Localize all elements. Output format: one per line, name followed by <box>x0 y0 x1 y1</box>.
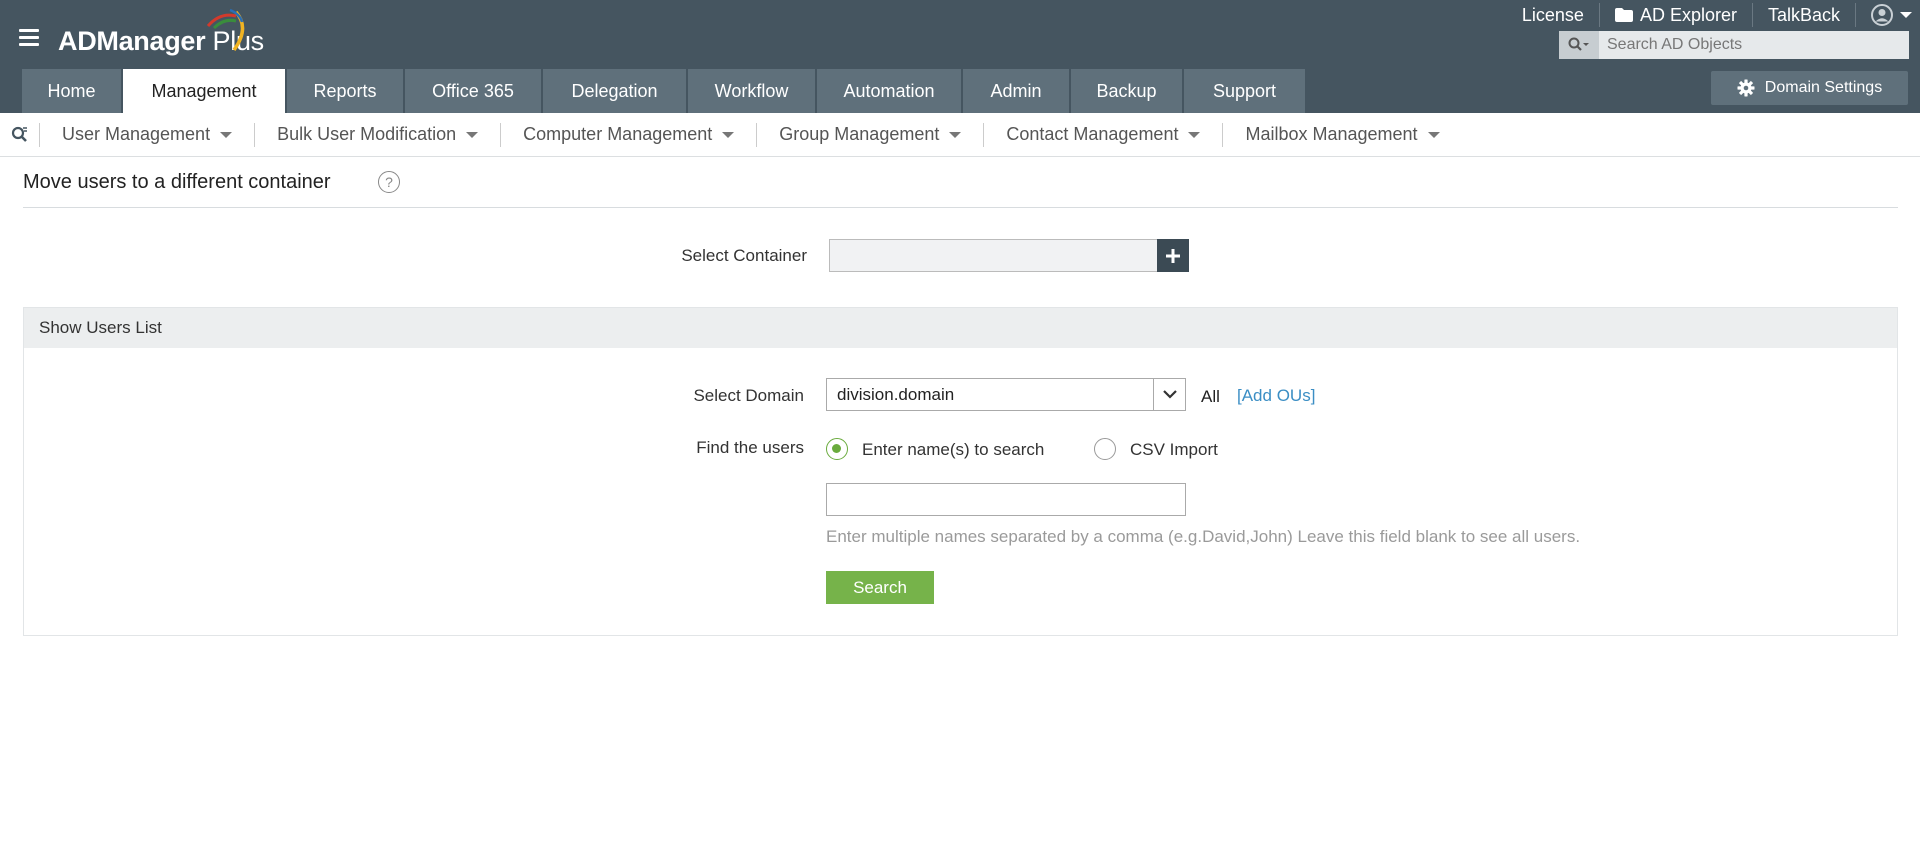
user-avatar-icon <box>1871 4 1893 26</box>
tab-workflow[interactable]: Workflow <box>688 69 815 113</box>
subnav-user-management[interactable]: User Management <box>40 122 256 147</box>
domain-settings-button[interactable]: Domain Settings <box>1711 71 1908 105</box>
license-link[interactable]: License <box>1507 3 1600 27</box>
chevron-down-icon[interactable] <box>1153 379 1185 410</box>
search-ad-objects-input[interactable] <box>1599 36 1899 54</box>
subnav-contact-management[interactable]: Contact Management <box>984 122 1224 147</box>
top-links: License AD Explorer TalkBack <box>1507 0 1920 30</box>
panel-header[interactable]: Show Users List <box>24 308 1897 348</box>
talkback-link[interactable]: TalkBack <box>1753 3 1856 27</box>
search-options-icon[interactable] <box>1559 31 1599 59</box>
tab-reports[interactable]: Reports <box>287 69 403 113</box>
subnav-bulk-user-modification[interactable]: Bulk User Modification <box>255 122 502 147</box>
chevron-down-icon <box>1427 131 1440 138</box>
tab-office-365[interactable]: Office 365 <box>405 69 541 113</box>
radio-csv-import[interactable] <box>1094 438 1116 460</box>
chevron-down-icon <box>722 131 735 138</box>
radio-enter-names-label[interactable]: Enter name(s) to search <box>862 440 1044 460</box>
radio-csv-import-label[interactable]: CSV Import <box>1130 440 1218 460</box>
select-domain-label: Select Domain <box>693 386 804 405</box>
title-divider <box>23 207 1898 208</box>
radio-enter-names[interactable] <box>826 438 848 460</box>
chevron-down-icon <box>466 131 479 138</box>
subnav-group-management[interactable]: Group Management <box>757 122 985 147</box>
names-search-input[interactable] <box>826 483 1186 516</box>
show-users-panel: Show Users List <box>23 307 1898 636</box>
chevron-down-icon <box>1900 12 1912 18</box>
main-tabs: Home Management Reports Office 365 Deleg… <box>22 69 1307 113</box>
tab-admin[interactable]: Admin <box>963 69 1069 113</box>
sub-navigation: User Management Bulk User Modification C… <box>0 113 1920 157</box>
tab-home[interactable]: Home <box>22 69 121 113</box>
add-container-button[interactable] <box>1157 239 1189 272</box>
tab-support[interactable]: Support <box>1184 69 1305 113</box>
user-menu[interactable] <box>1856 3 1920 27</box>
hamburger-menu-icon[interactable] <box>19 29 39 47</box>
tab-automation[interactable]: Automation <box>817 69 961 113</box>
subnav-mailbox-management[interactable]: Mailbox Management <box>1223 123 1461 147</box>
tab-backup[interactable]: Backup <box>1071 69 1182 113</box>
plus-icon <box>1166 248 1180 263</box>
find-users-label: Find the users <box>696 438 804 457</box>
chevron-down-icon <box>1188 131 1201 138</box>
names-hint-text: Enter multiple names separated by a comm… <box>826 527 1581 546</box>
top-header: ADManager Plus License AD Explorer TalkB… <box>0 0 1920 113</box>
help-icon[interactable]: ? <box>378 171 400 193</box>
add-ous-link[interactable]: [Add OUs] <box>1237 386 1315 406</box>
search-button[interactable]: Search <box>826 571 934 604</box>
chevron-down-icon <box>949 131 962 138</box>
domain-select[interactable]: division.domain <box>826 378 1186 411</box>
ad-explorer-link[interactable]: AD Explorer <box>1600 3 1753 27</box>
folder-icon <box>1614 8 1633 22</box>
tab-delegation[interactable]: Delegation <box>543 69 686 113</box>
gear-icon <box>1737 79 1755 97</box>
ad-object-search <box>1559 31 1909 59</box>
all-label: All <box>1201 387 1220 406</box>
domain-select-value: division.domain <box>837 384 955 404</box>
subnav-computer-management[interactable]: Computer Management <box>501 122 758 147</box>
select-container-label: Select Container <box>681 246 807 265</box>
chevron-down-icon <box>220 131 233 138</box>
quick-search-icon[interactable] <box>0 122 40 147</box>
logo-swoosh-icon <box>206 8 245 52</box>
select-container-field[interactable] <box>829 239 1158 272</box>
page-title: Move users to a different container <box>23 171 331 193</box>
tab-management[interactable]: Management <box>123 69 285 113</box>
